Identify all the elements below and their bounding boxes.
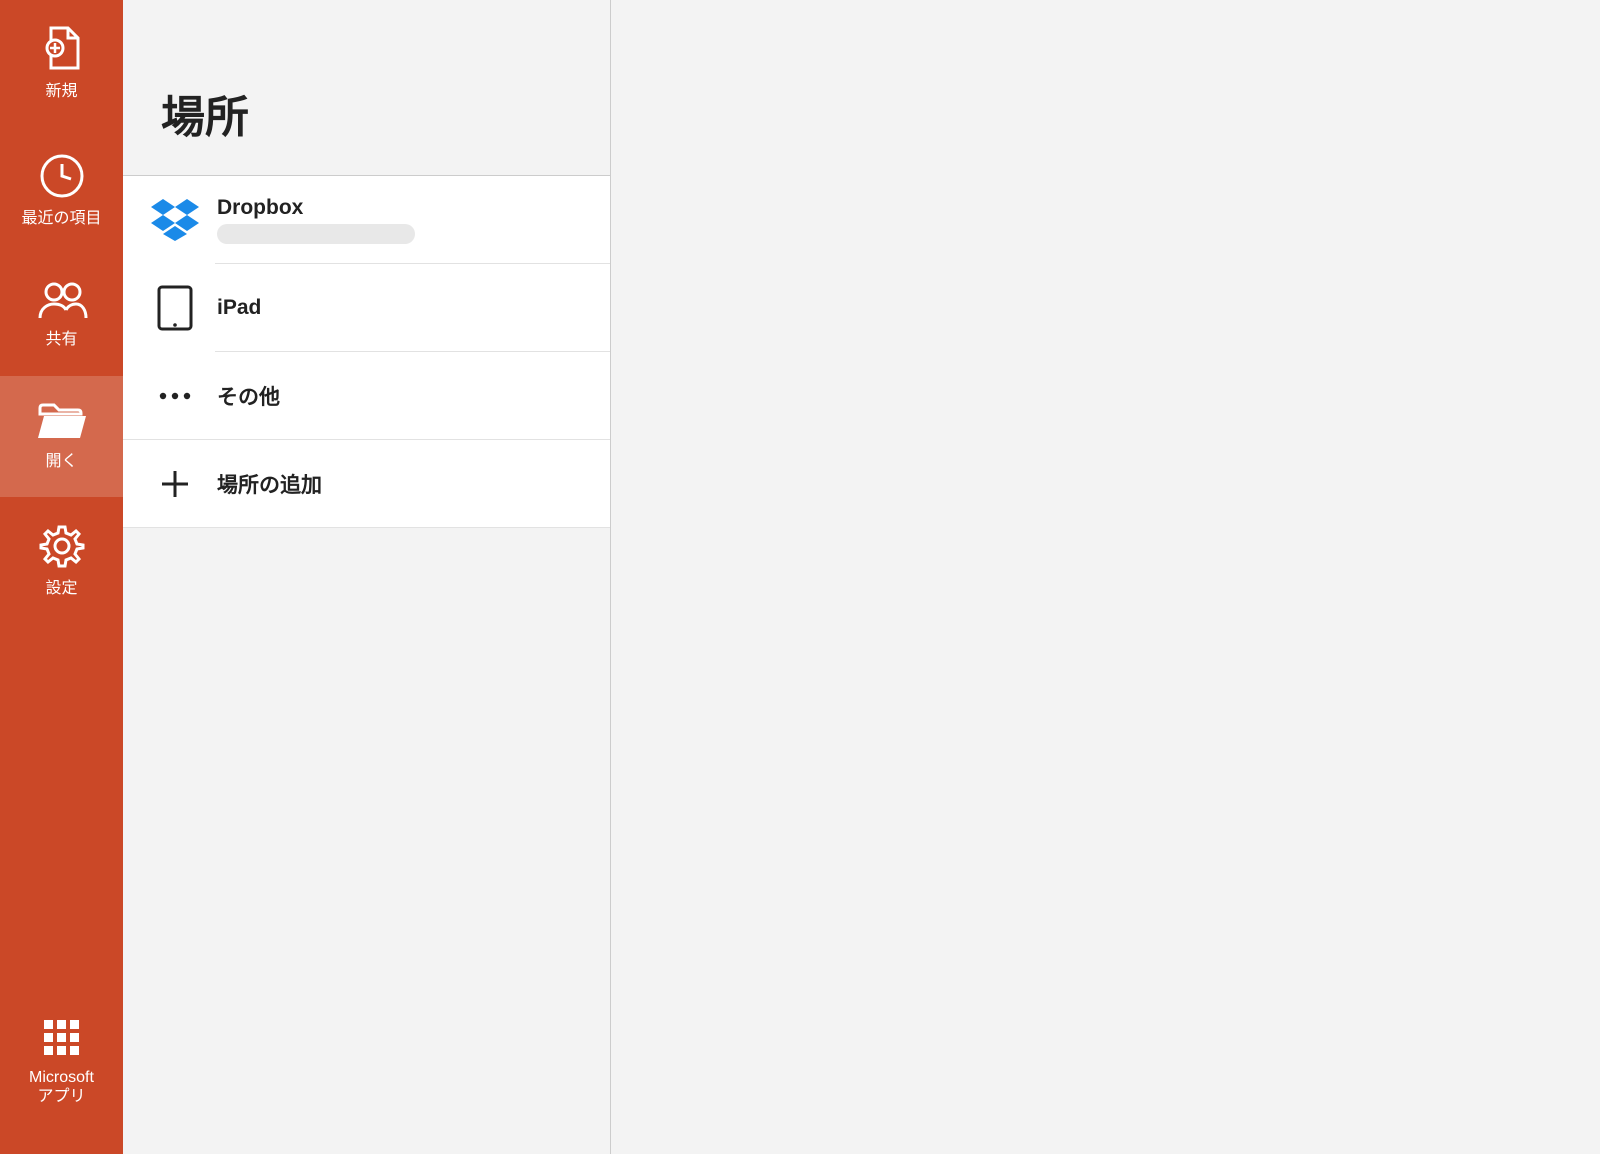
- sidebar-item-recent[interactable]: 最近の項目: [0, 127, 123, 254]
- sidebar-item-new[interactable]: 新規: [0, 0, 123, 127]
- place-label: その他: [217, 381, 280, 411]
- sidebar-item-label: 設定: [45, 579, 77, 598]
- more-icon: [151, 372, 199, 420]
- sidebar-item-shared[interactable]: 共有: [0, 254, 123, 375]
- place-label: 場所の追加: [217, 469, 322, 499]
- sidebar-top: 新規 最近の項目 共有 開く: [0, 0, 123, 992]
- new-file-icon: [42, 26, 82, 72]
- place-item-dropbox[interactable]: Dropbox: [123, 176, 610, 264]
- sidebar-item-microsoft-apps[interactable]: Microsoft アプリ: [0, 992, 123, 1132]
- plus-icon: [151, 460, 199, 508]
- sidebar-item-settings[interactable]: 設定: [0, 497, 123, 624]
- sidebar-bottom: Microsoft アプリ: [0, 992, 123, 1154]
- place-item-add[interactable]: 場所の追加: [123, 440, 610, 528]
- place-label: Dropbox: [217, 196, 415, 220]
- clock-icon: [39, 153, 85, 199]
- sidebar-item-label: Microsoft アプリ: [29, 1068, 94, 1106]
- place-text: iPad: [217, 296, 261, 320]
- page-title: 場所: [161, 81, 249, 145]
- folder-open-icon: [36, 402, 88, 442]
- place-text: Dropbox: [217, 196, 415, 244]
- places-list: Dropbox iPad その他: [123, 176, 610, 528]
- ipad-icon: [151, 284, 199, 332]
- dropbox-icon: [151, 196, 199, 244]
- people-icon: [36, 280, 88, 320]
- place-label: iPad: [217, 296, 261, 320]
- places-panel: 場所 Dropbox: [123, 0, 611, 1154]
- place-item-ipad[interactable]: iPad: [123, 264, 610, 352]
- place-item-more[interactable]: その他: [123, 352, 610, 440]
- sidebar-item-label: 最近の項目: [21, 209, 101, 228]
- sidebar-item-label: 開く: [45, 452, 77, 471]
- content-area: [611, 0, 1600, 1154]
- sidebar-item-open[interactable]: 開く: [0, 376, 123, 497]
- grid-apps-icon: [42, 1018, 82, 1058]
- place-text: 場所の追加: [217, 469, 322, 499]
- sidebar-item-label: 共有: [45, 330, 77, 349]
- sidebar: 新規 最近の項目 共有 開く: [0, 0, 123, 1154]
- panel-header: 場所: [123, 0, 610, 176]
- gear-icon: [39, 523, 85, 569]
- place-subtitle-redacted: [217, 224, 415, 244]
- place-text: その他: [217, 381, 280, 411]
- sidebar-item-label: 新規: [45, 82, 77, 101]
